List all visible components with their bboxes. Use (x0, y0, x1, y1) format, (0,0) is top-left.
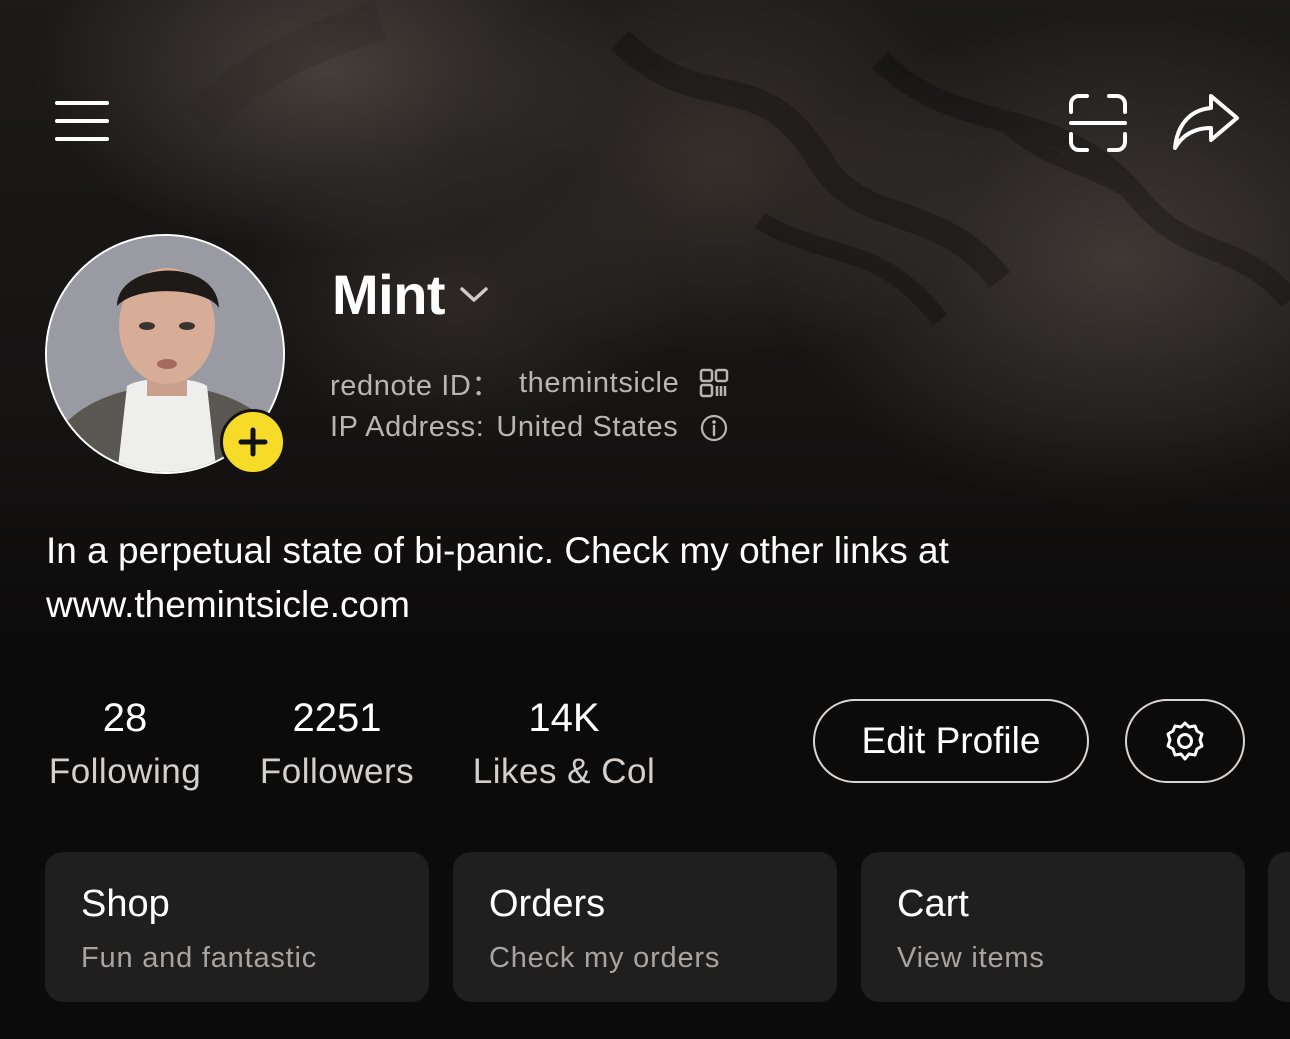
profile-bio: In a perpetual state of bi-panic. Check … (46, 530, 949, 625)
menu-button[interactable] (50, 94, 114, 148)
edit-profile-button[interactable]: Edit Profile (813, 699, 1089, 783)
stat-followers[interactable]: 2251 Followers (257, 692, 417, 800)
rednote-id-label: rednote ID： (330, 370, 502, 402)
shop-card-subtitle: Fun and fantastic (81, 942, 318, 974)
ip-address-label: IP Address: (330, 411, 485, 443)
shop-card[interactable]: Shop Fun and fantastic (45, 852, 429, 1002)
gear-icon (1166, 721, 1204, 761)
info-icon[interactable] (700, 414, 728, 442)
rednote-id-line: rednote ID： themintsicle (330, 362, 729, 404)
stat-likes-collections[interactable]: 14K Likes & Col (470, 692, 658, 800)
chevron-down-icon[interactable] (459, 285, 489, 305)
orders-card-title: Orders (489, 883, 606, 925)
next-card-peek[interactable] (1268, 852, 1290, 1002)
ip-address-value: United States (496, 411, 679, 443)
ip-address-line: IP Address: United States (330, 411, 728, 444)
cart-card[interactable]: Cart View items (861, 852, 1245, 1002)
rednote-id-value: themintsicle (519, 366, 680, 399)
shop-card-title: Shop (81, 883, 170, 925)
cart-card-subtitle: View items (897, 942, 1045, 974)
stat-likes-value: 14K (528, 696, 600, 740)
stat-likes-label: Likes & Col (472, 752, 656, 791)
stat-following[interactable]: 28 Following (46, 692, 204, 800)
cart-card-title: Cart (897, 883, 969, 925)
orders-card[interactable]: Orders Check my orders (453, 852, 837, 1002)
stat-following-value: 28 (102, 696, 148, 740)
profile-name-row[interactable]: Mint (332, 262, 489, 327)
profile-name: Mint (332, 263, 446, 326)
share-button[interactable] (1168, 88, 1244, 154)
scan-icon (1069, 94, 1127, 152)
stat-following-label: Following (48, 752, 202, 791)
hamburger-menu-icon (55, 101, 109, 141)
stat-followers-value: 2251 (292, 696, 382, 740)
settings-button[interactable] (1125, 699, 1245, 783)
add-avatar-button[interactable] (220, 409, 286, 475)
orders-card-subtitle: Check my orders (489, 942, 721, 974)
scan-button[interactable] (1064, 90, 1132, 156)
stat-followers-label: Followers (259, 752, 415, 791)
plus-icon (238, 427, 268, 457)
share-arrow-icon (1173, 94, 1239, 150)
qr-code-icon[interactable] (699, 368, 729, 398)
